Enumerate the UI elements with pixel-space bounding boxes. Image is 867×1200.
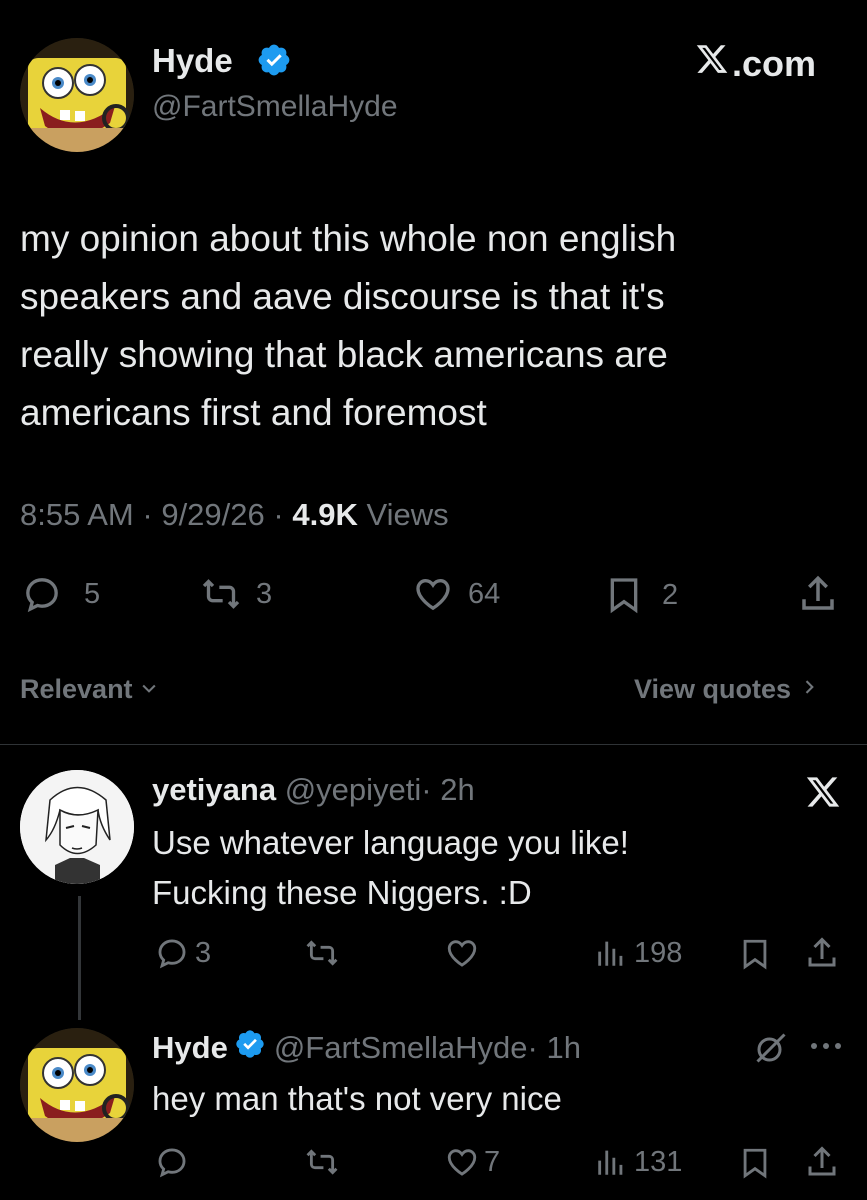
views-count: 198	[634, 936, 683, 969]
reply-icon	[22, 574, 62, 614]
like-count: 64	[468, 577, 501, 610]
brand-domain-text: .com	[732, 42, 817, 84]
reply-author-handle[interactable]: @FartSmellaHyde	[274, 1030, 528, 1066]
thread-connector	[78, 896, 81, 1020]
repost-icon	[304, 936, 340, 970]
tweet-date[interactable]: 9/29/26	[161, 497, 264, 532]
bookmark-button[interactable]	[738, 936, 772, 972]
views-icon	[594, 1145, 628, 1179]
like-button[interactable]: 64	[412, 574, 500, 614]
section-divider	[0, 744, 867, 745]
like-icon	[444, 936, 480, 970]
anime-avatar-image	[20, 770, 134, 884]
verified-badge-icon	[234, 1028, 266, 1068]
bookmark-button[interactable]: 2	[604, 574, 678, 616]
reply-avatar[interactable]	[20, 770, 134, 884]
reply-author-handle[interactable]: @yepiyeti	[285, 772, 422, 807]
reply-button[interactable]: 3	[155, 936, 211, 970]
repost-button[interactable]	[304, 1145, 340, 1179]
reply-button[interactable]	[155, 1145, 189, 1179]
reply-author-name[interactable]: yetiyana	[152, 772, 276, 807]
author-handle[interactable]: @FartSmellaHyde	[152, 90, 398, 124]
meta-separator: ·	[142, 497, 153, 532]
views-button[interactable]: 131	[594, 1145, 682, 1179]
views-button[interactable]: 198	[594, 936, 682, 970]
like-button[interactable]: 7	[444, 1145, 500, 1179]
author-avatar[interactable]	[20, 38, 134, 152]
tweet-text-line: speakers and aave discourse is that it's	[20, 276, 665, 317]
tweet-meta: 8:55 AM · 9/29/26 · 4.9K Views	[20, 497, 449, 533]
reply-avatar[interactable]	[20, 1028, 134, 1142]
reply-header: Hyde @FartSmellaHyde · 1h	[152, 1028, 581, 1068]
reply-text: hey man that's not very nice	[152, 1074, 562, 1124]
brand-label: .com	[694, 42, 816, 85]
reply-button[interactable]: 5	[22, 574, 100, 614]
sort-dropdown[interactable]: Relevant	[20, 674, 159, 705]
view-quotes-link[interactable]: View quotes	[634, 674, 819, 705]
bookmark-icon	[738, 1145, 772, 1181]
verified-badge-icon	[256, 42, 292, 78]
reply-count: 5	[84, 577, 101, 610]
views-icon	[594, 936, 628, 970]
reply-count: 3	[195, 936, 212, 969]
share-icon	[797, 573, 839, 615]
bookmark-icon	[738, 936, 772, 972]
spongebob-avatar-image	[20, 38, 134, 152]
like-icon	[444, 1145, 480, 1179]
tweet-text-line: really showing that black americans are	[20, 334, 668, 375]
sort-label: Relevant	[20, 674, 133, 704]
repost-icon	[200, 574, 242, 614]
more-icon[interactable]	[808, 1036, 844, 1061]
repost-icon	[304, 1145, 340, 1179]
share-button[interactable]	[797, 573, 839, 615]
reply-text-line: hey man that's not very nice	[152, 1080, 562, 1117]
bookmark-count: 2	[662, 578, 679, 611]
reply-icon	[155, 936, 189, 970]
views-count: 4.9K	[292, 497, 358, 532]
views-count: 131	[634, 1145, 683, 1178]
like-icon	[412, 574, 454, 614]
x-logo-icon	[694, 42, 730, 85]
share-icon	[804, 1144, 840, 1180]
repost-button[interactable]	[304, 936, 340, 970]
chevron-right-icon	[799, 674, 819, 705]
tweet-text-line: my opinion about this whole non english	[20, 218, 677, 259]
repost-button[interactable]: 3	[200, 574, 272, 614]
reply-text-line: Fucking these Niggers. :D	[152, 874, 532, 911]
reply-text-line: Use whatever language you like!	[152, 824, 629, 861]
tweet-text: my opinion about this whole non english …	[20, 210, 676, 442]
reply-icon	[155, 1145, 189, 1179]
x-logo-icon	[804, 774, 842, 815]
meta-separator: ·	[273, 497, 284, 532]
spongebob-avatar-image	[20, 1028, 134, 1142]
share-button[interactable]	[804, 935, 840, 971]
like-button[interactable]	[444, 936, 480, 970]
reply-time[interactable]: · 2h	[421, 772, 474, 807]
views-label: Views	[366, 497, 449, 532]
reply-time[interactable]: · 1h	[528, 1030, 581, 1066]
share-icon	[804, 935, 840, 971]
chevron-down-icon	[139, 674, 159, 705]
grok-icon[interactable]	[752, 1030, 790, 1071]
view-quotes-label: View quotes	[634, 674, 792, 704]
repost-count: 3	[256, 577, 273, 610]
bookmark-icon	[604, 574, 644, 616]
bookmark-button[interactable]	[738, 1145, 772, 1181]
author-name[interactable]: Hyde	[152, 42, 233, 80]
like-count: 7	[484, 1145, 501, 1178]
tweet-text-line: americans first and foremost	[20, 392, 487, 433]
tweet-time[interactable]: 8:55 AM	[20, 497, 134, 532]
share-button[interactable]	[804, 1144, 840, 1180]
reply-author-name[interactable]: Hyde	[152, 1030, 228, 1066]
reply-header: yetiyana @yepiyeti· 2h	[152, 772, 475, 808]
reply-text: Use whatever language you like! Fucking …	[152, 818, 629, 918]
